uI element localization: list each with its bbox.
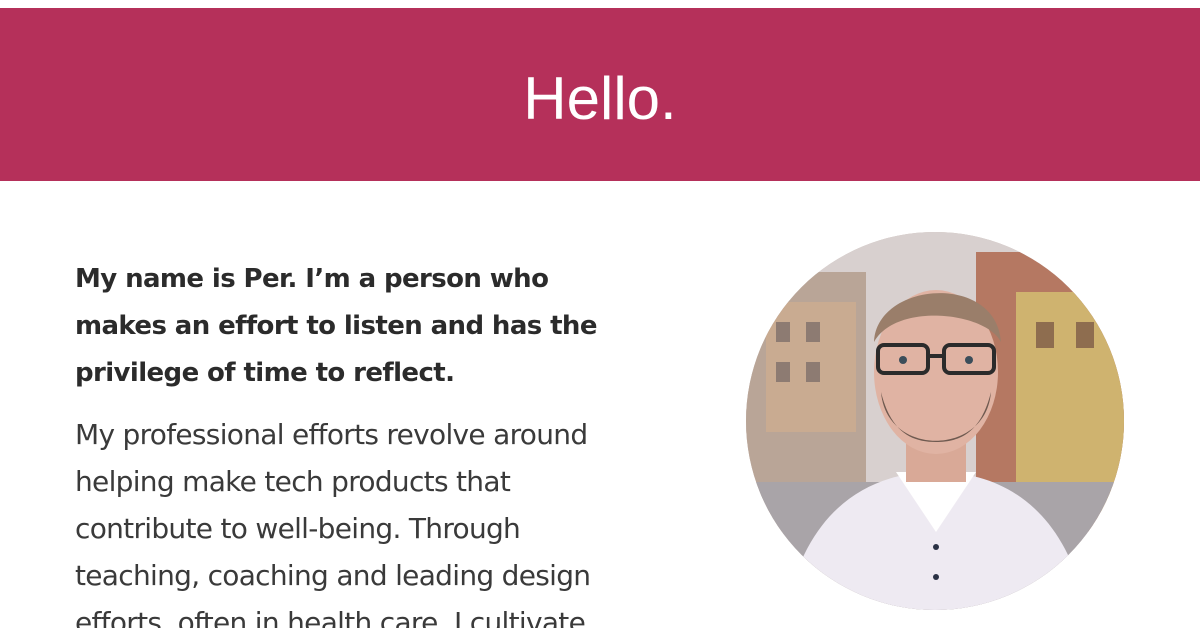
intro-body-paragraph: My professional efforts revolve around h… xyxy=(75,418,591,628)
portrait-icon xyxy=(746,232,1124,610)
profile-photo xyxy=(746,232,1124,610)
intro-lead-paragraph: My name is Per. I’m a person who makes a… xyxy=(75,264,597,388)
page: Hello. My name is Per. I’m a person who … xyxy=(0,0,1200,628)
intro-section: My name is Per. I’m a person who makes a… xyxy=(75,256,635,628)
page-title: Hello. xyxy=(523,65,677,132)
hero-banner: Hello. xyxy=(0,8,1200,181)
